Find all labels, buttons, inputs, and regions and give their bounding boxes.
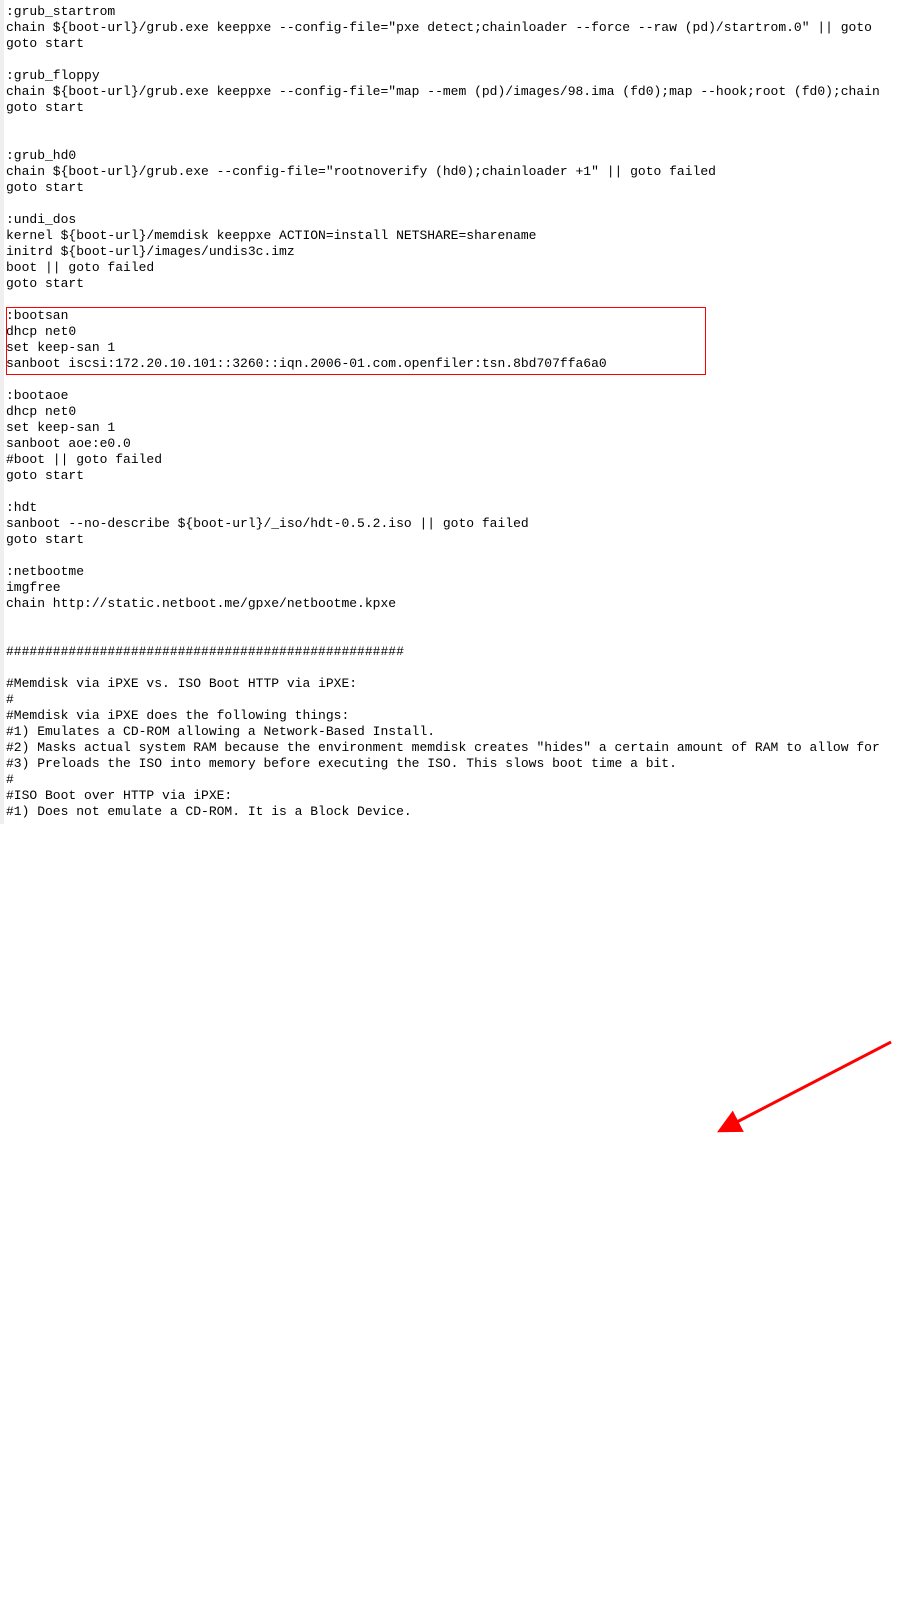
scrollbar-left-edge — [0, 0, 4, 824]
document-page: :grub_startrom chain ${boot-url}/grub.ex… — [0, 0, 908, 824]
code-block: :grub_startrom chain ${boot-url}/grub.ex… — [6, 4, 908, 820]
highlight-box — [6, 307, 706, 375]
annotation-arrow — [6, 820, 908, 1614]
